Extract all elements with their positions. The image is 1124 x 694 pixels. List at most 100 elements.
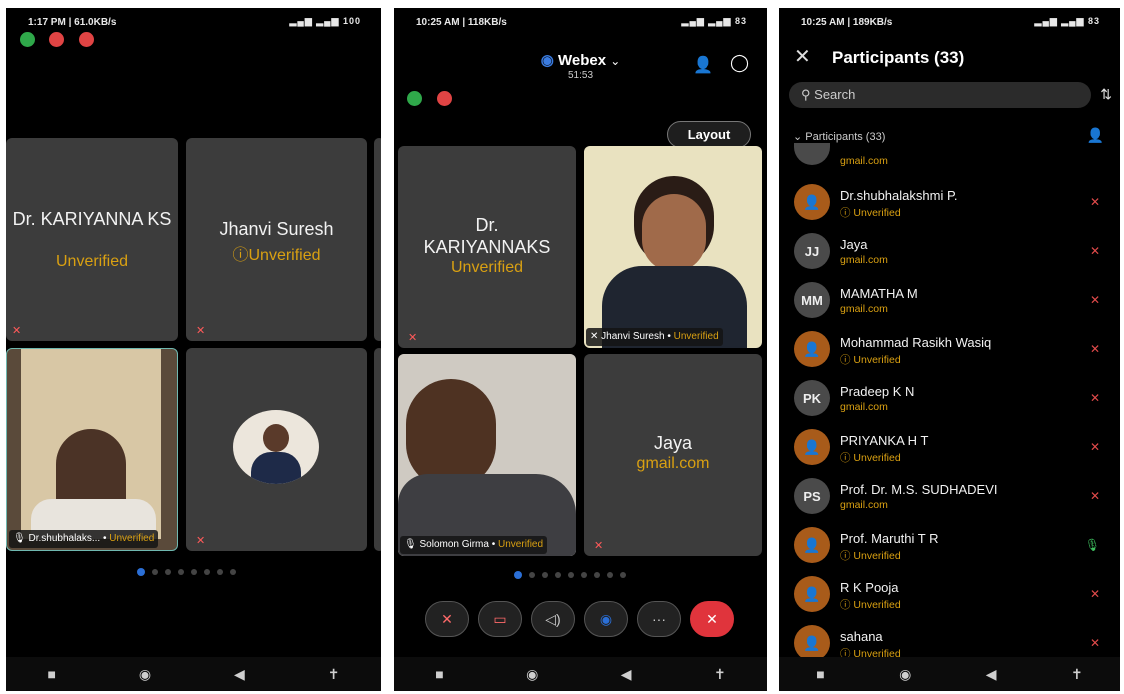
list-item[interactable]: PK Pradeep K N gmail.com ✕ — [779, 375, 1120, 424]
video-tile[interactable]: Dr. KARIYANNAKS Unverified ✕ — [398, 146, 576, 348]
status-bar: 1:17 PM | 61.0KB/s ▂▄▆ ▂▄▆ 100 — [6, 15, 381, 31]
mic-muted-icon[interactable]: ✕ — [1090, 293, 1100, 307]
section-header[interactable]: ⌄ Participants (33) — [793, 130, 885, 143]
participant-name: Prof. Dr. M.S. SUDHADEVI — [840, 482, 998, 497]
video-feed — [21, 349, 161, 539]
recent-apps-icon[interactable]: ■ — [816, 666, 824, 682]
participant-email: gmail.com — [840, 155, 888, 167]
page-indicator[interactable] — [514, 571, 626, 579]
mic-muted-icon[interactable]: ✕ — [1090, 244, 1100, 258]
participant-status: gmail.com — [840, 303, 888, 315]
android-nav-bar: ■ ◉ ◀ ✝ — [394, 657, 767, 691]
video-tile[interactable]: ✕ Jhanvi Suresh • Unverified — [584, 146, 762, 348]
mic-muted-icon[interactable]: ✕ — [1090, 342, 1100, 356]
phone-screen-gallery: 1:17 PM | 61.0KB/s ▂▄▆ ▂▄▆ 100 Dr. KARIY… — [6, 8, 381, 691]
recent-apps-icon[interactable]: ■ — [47, 666, 55, 682]
participant-name: R K Pooja — [840, 580, 899, 595]
add-participant-icon[interactable]: 👤 — [1087, 127, 1104, 144]
avatar: JJ — [794, 233, 830, 269]
participant-name: Dr. KARIYANNAKS — [423, 215, 551, 257]
sort-icon[interactable]: ⇅ — [1100, 86, 1112, 103]
list-item[interactable]: JJ Jaya gmail.com ✕ — [779, 228, 1120, 277]
search-icon: ⚲ — [801, 87, 811, 102]
video-tile[interactable]: Jhanvi Suresh ⓘUnverified ✕ — [186, 138, 367, 341]
video-tile[interactable]: Jaya gmail.com ✕ — [584, 354, 762, 556]
list-item[interactable]: 👤 Prof. Maruthi T R ⓘ Unverified 🎙 — [779, 522, 1120, 571]
avatar: 👤 — [794, 331, 830, 367]
participant-label: 🎙 Solomon Girma • Unverified — [400, 536, 548, 554]
more-icon: ··· — [652, 611, 666, 627]
status-time: 10:25 AM | 118KB/s — [416, 17, 507, 28]
participant-name: Jaya — [653, 433, 693, 453]
webex-assistant-button[interactable]: ◉ — [584, 601, 628, 637]
avatar: 👤 — [794, 429, 830, 465]
list-item[interactable]: 👤 PRIYANKA H T ⓘ Unverified ✕ — [779, 424, 1120, 473]
end-call-button[interactable]: ✕ — [690, 601, 734, 637]
accessibility-icon[interactable]: ✝ — [1071, 666, 1083, 683]
participant-status: gmail.com — [840, 254, 888, 266]
back-icon[interactable]: ◀ — [621, 666, 632, 683]
participant-status: ⓘ Unverified — [840, 452, 901, 464]
list-item[interactable]: 👤 Dr.shubhalakshmi P. ⓘ Unverified ✕ — [779, 179, 1120, 228]
mic-muted-icon[interactable]: ✕ — [1090, 440, 1100, 454]
participant-status: ⓘ Unverified — [840, 207, 901, 219]
mic-muted-icon[interactable]: ✕ — [1090, 587, 1100, 601]
status-battery: ▂▄▆ ▂▄▆ 83 — [1034, 16, 1100, 26]
chevron-down-icon: ⌄ — [610, 54, 621, 68]
webex-assistant-icon: ◉ — [599, 610, 613, 627]
layout-button[interactable]: Layout — [667, 121, 751, 148]
home-icon[interactable]: ◉ — [526, 666, 538, 683]
video-tile[interactable]: Dr. KARIYANNA KS Unverified ✕ — [6, 138, 178, 341]
list-item[interactable]: MM MAMATHA M gmail.com ✕ — [779, 277, 1120, 326]
status-battery: ▂▄▆ ▂▄▆ 83 — [681, 16, 747, 26]
person-silhouette — [56, 429, 126, 509]
participant-label: ✕ Jhanvi Suresh • Unverified — [586, 328, 723, 346]
status-bar: 10:25 AM | 118KB/s ▂▄▆ ▂▄▆ 83 — [394, 15, 767, 31]
more-options-button[interactable]: ··· — [637, 601, 681, 637]
mute-button[interactable]: ✕ — [425, 601, 469, 637]
avatar — [233, 410, 319, 484]
video-tile[interactable]: 🎙 Solomon Girma • Unverified — [398, 354, 576, 556]
participant-label: 🎙 Dr.shubhalaks... • Unverified — [9, 530, 159, 548]
status-bar: 10:25 AM | 189KB/s ▂▄▆ ▂▄▆ 83 — [779, 15, 1120, 31]
avatar: 👤 — [794, 527, 830, 563]
accessibility-icon[interactable]: ✝ — [714, 666, 726, 683]
mic-muted-icon[interactable]: ✕ — [1090, 489, 1100, 503]
participant-status: ⓘ Unverified — [840, 354, 901, 366]
avatar: 👤 — [794, 625, 830, 661]
webex-logo-icon: ◉ — [540, 52, 554, 69]
close-icon[interactable]: ✕ — [794, 44, 811, 69]
video-tile-partial — [374, 348, 381, 551]
home-icon[interactable]: ◉ — [899, 666, 911, 683]
recent-apps-icon[interactable]: ■ — [435, 666, 443, 682]
back-icon[interactable]: ◀ — [234, 666, 245, 683]
mic-muted-icon[interactable]: ✕ — [1090, 195, 1100, 209]
participant-status: ⓘ Unverified — [840, 599, 901, 611]
list-item[interactable]: PS Prof. Dr. M.S. SUDHADEVI gmail.com ✕ — [779, 473, 1120, 522]
home-icon[interactable]: ◉ — [139, 666, 151, 683]
search-input[interactable]: ⚲ Search — [789, 82, 1091, 108]
mic-on-icon[interactable]: 🎙 — [1085, 538, 1100, 552]
accessibility-icon[interactable]: ✝ — [328, 666, 340, 683]
mic-muted-icon[interactable]: ✕ — [1090, 391, 1100, 405]
status-time: 10:25 AM | 189KB/s — [801, 17, 893, 28]
mic-muted-icon: ✕ — [408, 332, 418, 344]
video-tile-active[interactable]: 🎙 Dr.shubhalaks... • Unverified — [6, 348, 178, 551]
list-item[interactable]: 👤 R K Pooja ⓘ Unverified ✕ — [779, 571, 1120, 620]
video-tile[interactable]: ✕ — [186, 348, 367, 551]
back-icon[interactable]: ◀ — [986, 666, 997, 683]
speaker-button[interactable]: ◁) — [531, 601, 575, 637]
video-off-button[interactable]: ▭ — [478, 601, 522, 637]
mic-muted-icon: ✕ — [196, 535, 206, 547]
participant-name: Jhanvi Suresh — [219, 219, 334, 239]
page-title: Participants (33) — [832, 48, 965, 67]
phone-screen-meeting: 10:25 AM | 118KB/s ▂▄▆ ▂▄▆ 83 ◉ Webex ⌄ … — [394, 8, 767, 691]
mic-muted-icon[interactable]: ✕ — [1090, 636, 1100, 650]
participant-status: gmail.com — [840, 499, 888, 511]
page-indicator[interactable] — [137, 568, 236, 576]
participants-icon[interactable]: 👤 — [693, 55, 713, 75]
person-face — [642, 194, 706, 272]
chat-icon[interactable]: ◯ — [730, 53, 749, 73]
list-item[interactable]: 👤 Mohammad Rasikh Wasiq ⓘ Unverified ✕ — [779, 326, 1120, 375]
participant-status: gmail.com — [840, 401, 888, 413]
